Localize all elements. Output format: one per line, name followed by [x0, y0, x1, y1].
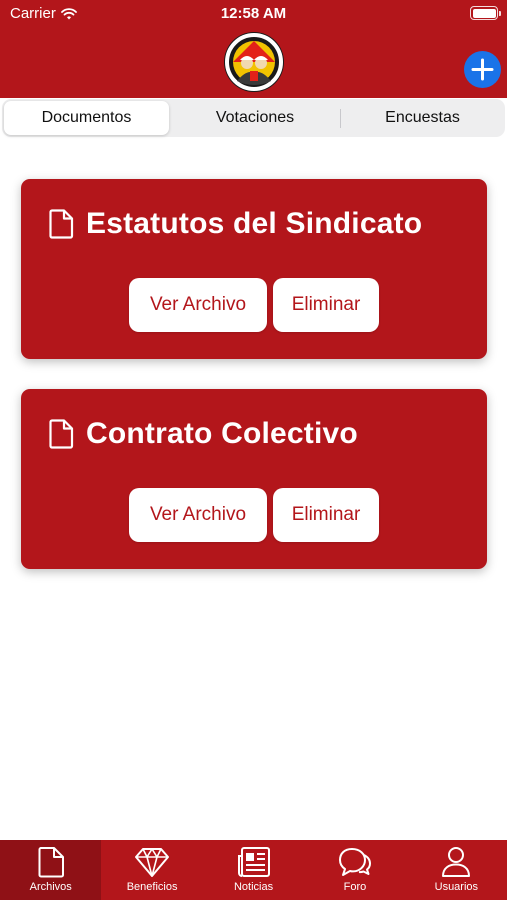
app-header: Carrier 12:58 AM	[0, 0, 507, 98]
view-file-button[interactable]: Ver Archivo	[129, 488, 267, 542]
delete-button[interactable]: Eliminar	[273, 278, 379, 332]
document-icon	[49, 419, 74, 449]
user-icon	[442, 847, 471, 877]
add-document-button[interactable]	[464, 51, 501, 88]
chat-bubbles-icon	[338, 848, 371, 876]
tab-label: Usuarios	[434, 881, 479, 893]
document-title-row: Contrato Colectivo	[49, 417, 358, 451]
segment-encuestas[interactable]: Encuestas	[342, 101, 503, 135]
tab-label: Noticias	[233, 881, 274, 893]
tab-usuarios[interactable]: Usuarios	[406, 840, 507, 900]
tab-label: Archivos	[29, 881, 72, 893]
document-icon	[49, 209, 74, 239]
status-bar: Carrier 12:58 AM	[0, 0, 507, 28]
tab-archivos[interactable]: Archivos	[0, 840, 102, 900]
tab-noticias[interactable]: Noticias	[203, 840, 304, 900]
view-file-button[interactable]: Ver Archivo	[129, 278, 267, 332]
tab-label: Beneficios	[126, 881, 178, 893]
diamond-icon	[135, 848, 170, 877]
document-title: Contrato Colectivo	[86, 417, 358, 450]
tab-beneficios[interactable]: Beneficios	[101, 840, 202, 900]
document-icon	[38, 847, 64, 878]
plus-icon	[471, 58, 494, 81]
tab-foro[interactable]: Foro	[304, 840, 405, 900]
document-title-row: Estatutos del Sindicato	[49, 207, 422, 241]
delete-button[interactable]: Eliminar	[273, 488, 379, 542]
segment-votaciones[interactable]: Votaciones	[172, 101, 338, 135]
status-time: 12:58 AM	[220, 5, 287, 22]
document-title: Estatutos del Sindicato	[86, 207, 423, 240]
bottom-tab-bar: Archivos Beneficios Noticias Foro Usuari…	[0, 840, 507, 900]
tab-label: Foro	[343, 881, 367, 893]
battery-icon	[470, 6, 501, 20]
document-card: Contrato Colectivo Ver Archivo Eliminar	[21, 389, 487, 569]
newspaper-icon	[237, 847, 270, 877]
segment-documentos[interactable]: Documentos	[4, 101, 169, 135]
union-logo-icon	[224, 32, 284, 92]
section-segmented-control: Documentos Votaciones Encuestas	[2, 99, 505, 137]
segment-divider	[340, 109, 341, 128]
document-card: Estatutos del Sindicato Ver Archivo Elim…	[21, 179, 487, 359]
